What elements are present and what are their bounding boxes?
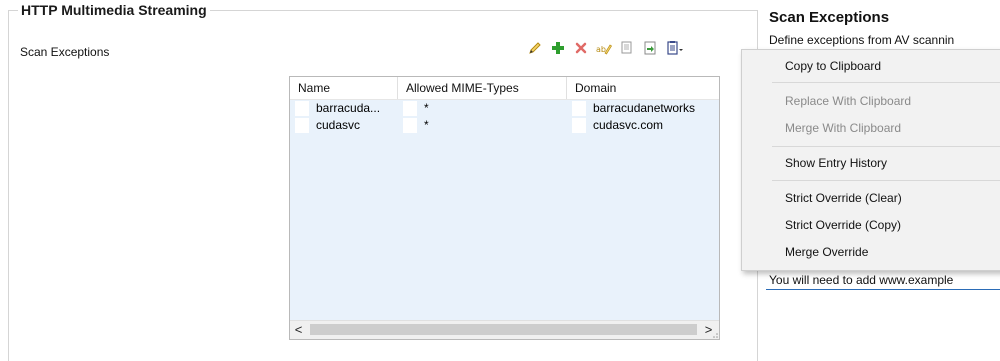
rename-icon: ab xyxy=(596,44,612,55)
cell-domain: barracudanetworks xyxy=(567,100,717,117)
copy-button[interactable] xyxy=(616,37,638,59)
copy-icon xyxy=(621,41,632,54)
delete-button[interactable] xyxy=(570,37,592,59)
paste-button[interactable] xyxy=(639,37,661,59)
menu-item-merge-override[interactable]: Merge Override xyxy=(743,241,1000,263)
cell-mime: * xyxy=(398,100,567,117)
scan-exceptions-label: Scan Exceptions xyxy=(20,45,110,59)
menu-item-strict-override-clear[interactable]: Strict Override (Clear) xyxy=(743,187,1000,209)
clipboard-menu-button[interactable] xyxy=(662,37,688,59)
clipboard-menu-icon xyxy=(667,41,683,55)
side-panel-description: Define exceptions from AV scannin xyxy=(769,33,955,47)
menu-separator xyxy=(772,180,1000,181)
menu-item-replace-with-clipboard[interactable]: Replace With Clipboard xyxy=(743,90,1000,112)
clipboard-context-menu: Copy to Clipboard Replace With Clipboard… xyxy=(741,49,1000,271)
x-delete-icon xyxy=(575,42,587,54)
horizontal-scrollbar[interactable]: < > xyxy=(290,320,719,339)
column-header-mime-types[interactable]: Allowed MIME-Types xyxy=(398,77,567,99)
scan-exceptions-table[interactable]: Name Allowed MIME-Types Domain barracuda… xyxy=(289,76,720,340)
side-panel-title: Scan Exceptions xyxy=(769,9,890,26)
menu-separator xyxy=(772,82,1000,83)
column-header-domain[interactable]: Domain xyxy=(567,77,717,99)
plus-add-icon xyxy=(552,42,564,54)
menu-separator xyxy=(772,146,1000,147)
edit-button[interactable] xyxy=(524,37,546,59)
table-header: Name Allowed MIME-Types Domain xyxy=(290,77,719,100)
table-toolbar: ab xyxy=(524,37,689,59)
column-header-name[interactable]: Name xyxy=(290,77,398,99)
table-row[interactable]: barracuda... * barracudanetworks xyxy=(290,100,719,117)
cell-name: barracuda... xyxy=(290,100,398,117)
add-button[interactable] xyxy=(547,37,569,59)
pencil-edit-icon xyxy=(529,42,541,54)
menu-item-merge-with-clipboard[interactable]: Merge With Clipboard xyxy=(743,117,1000,139)
menu-item-show-entry-history[interactable]: Show Entry History xyxy=(743,152,1000,174)
scroll-left-arrow[interactable]: < xyxy=(290,321,307,339)
rename-button[interactable]: ab xyxy=(593,37,615,59)
scrollbar-thumb[interactable] xyxy=(310,324,697,335)
table-row[interactable]: cudasvc * cudasvc.com xyxy=(290,117,719,134)
side-panel-divider xyxy=(766,289,1000,290)
resize-grip-icon[interactable] xyxy=(710,330,718,338)
table-body: barracuda... * barracudanetworks cudasvc… xyxy=(290,100,719,321)
paste-icon xyxy=(644,41,656,55)
menu-item-strict-override-copy[interactable]: Strict Override (Copy) xyxy=(743,214,1000,236)
menu-item-copy-to-clipboard[interactable]: Copy to Clipboard xyxy=(743,55,1000,77)
cell-domain: cudasvc.com xyxy=(567,117,717,134)
cell-mime: * xyxy=(398,117,567,134)
side-panel-note: You will need to add www.example xyxy=(769,273,954,287)
group-title: HTTP Multimedia Streaming xyxy=(18,2,210,18)
svg-text:ab: ab xyxy=(596,45,606,54)
cell-name: cudasvc xyxy=(290,117,398,134)
